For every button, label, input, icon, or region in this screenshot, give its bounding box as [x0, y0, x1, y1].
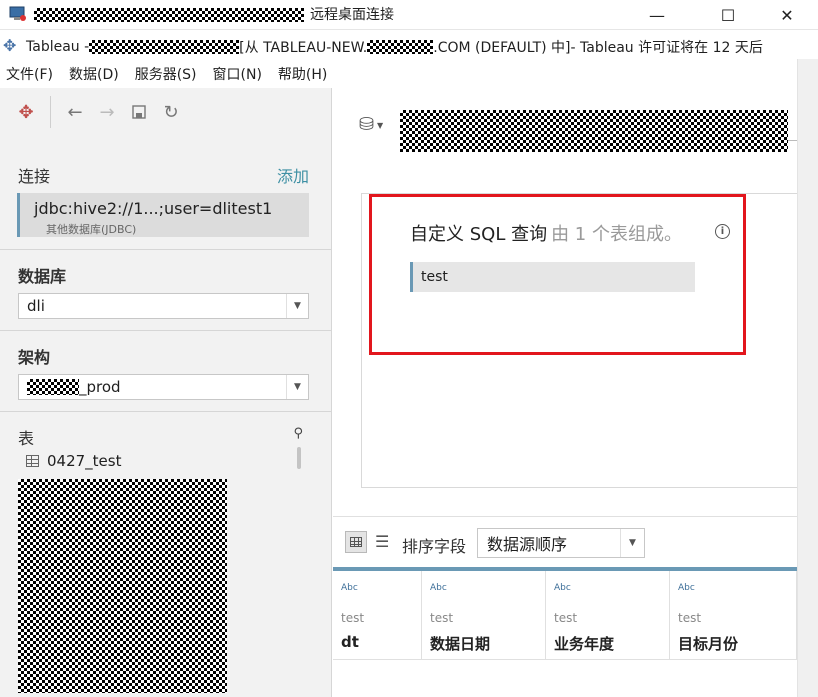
- app-title: Tableau - [从 TABLEAU-NEW. .COM (DEFAULT)…: [26, 37, 763, 57]
- add-connection-link[interactable]: 添加: [277, 163, 309, 187]
- string-type-icon: Abc: [341, 583, 358, 593]
- app-title-bar: ✥ Tableau - [从 TABLEAU-NEW. .COM (DEFAUL…: [0, 31, 818, 59]
- column-name: 目标月份: [678, 635, 739, 653]
- schema-select[interactable]: _prod ▼: [18, 374, 309, 400]
- redacted-data-source-name: [400, 110, 788, 152]
- table-name: 0427_test: [47, 452, 122, 470]
- chevron-down-icon: ▼: [286, 375, 308, 399]
- column-header[interactable]: Abc test 数据日期: [422, 571, 546, 659]
- refresh-icon[interactable]: ↻: [155, 96, 187, 128]
- menu-data[interactable]: 数据(D): [69, 64, 119, 84]
- column-sample: test: [341, 611, 365, 625]
- table-grid-icon: [26, 455, 39, 467]
- rdp-title-bar: 远程桌面连接 — ☐ ✕: [0, 0, 818, 30]
- app-title-mid: [从 TABLEAU-NEW.: [239, 40, 368, 56]
- schema-value: _prod: [79, 378, 121, 396]
- redacted-domain: [367, 40, 434, 54]
- toolbar-separator: [50, 96, 51, 128]
- menu-help[interactable]: 帮助(H): [278, 64, 327, 84]
- data-grid-toolbar: ☰ 排序字段 数据源顺序 ▼: [333, 516, 797, 566]
- connection-item[interactable]: jdbc:hive2://1...;user=dlitest1 其他数据库(JD…: [17, 193, 309, 237]
- tableau-home-icon[interactable]: ✥: [10, 96, 42, 128]
- database-select[interactable]: dli ▼: [18, 293, 309, 319]
- remote-desktop-icon: [8, 5, 28, 23]
- canvas-title: 自定义 SQL 查询: [410, 224, 548, 245]
- close-button[interactable]: ✕: [764, 0, 810, 30]
- string-type-icon: Abc: [554, 583, 571, 593]
- custom-sql-title: 自定义 SQL 查询由 1 个表组成。: [410, 220, 682, 246]
- data-source-canvas-pane: ⛁ ▼ 自定义 SQL 查询由 1 个表组成。 i test ☰ 排序字段 数据…: [333, 88, 797, 697]
- redacted-workbook: [89, 40, 240, 54]
- column-sample: test: [430, 611, 454, 625]
- database-heading: 数据库: [18, 267, 67, 286]
- tableau-logo-icon: ✥: [3, 36, 17, 55]
- string-type-icon: Abc: [430, 583, 447, 593]
- divider: [0, 249, 332, 250]
- redacted-schema: [27, 379, 79, 395]
- column-name: 业务年度: [554, 635, 615, 653]
- menu-server[interactable]: 服务器(S): [135, 64, 197, 84]
- info-icon[interactable]: i: [715, 224, 730, 239]
- schema-heading: 架构: [18, 348, 51, 367]
- menu-window[interactable]: 窗口(N): [213, 64, 262, 84]
- connections-heading: 连接: [18, 167, 51, 186]
- database-value: dli: [27, 297, 45, 315]
- custom-sql-item[interactable]: test: [410, 262, 695, 292]
- divider: [333, 659, 797, 660]
- canvas-subtitle: 由 1 个表组成。: [551, 224, 682, 245]
- window-scrollbar[interactable]: [797, 59, 818, 697]
- string-type-icon: Abc: [678, 583, 695, 593]
- connection-type: 其他数据库(JDBC): [46, 223, 137, 236]
- toolbar: ✥ ← → ↻: [0, 88, 332, 136]
- window-title: 远程桌面连接: [310, 7, 394, 23]
- forward-arrow-icon[interactable]: →: [91, 96, 123, 128]
- join-canvas[interactable]: 自定义 SQL 查询由 1 个表组成。 i test: [361, 193, 797, 488]
- search-icon[interactable]: ⚲: [293, 426, 303, 441]
- data-grid-columns: Abc test dt Abc test 数据日期 Abc test 业务年度 …: [333, 567, 797, 659]
- divider: [0, 411, 332, 412]
- column-name: 数据日期: [430, 635, 491, 653]
- redacted-host: [34, 8, 304, 22]
- back-arrow-icon[interactable]: ←: [59, 96, 91, 128]
- sort-label: 排序字段: [402, 537, 467, 556]
- tables-heading: 表: [18, 429, 35, 448]
- column-sample: test: [678, 611, 702, 625]
- grid-view-icon: [350, 537, 362, 547]
- menu-bar: 文件(F) 数据(D) 服务器(S) 窗口(N) 帮助(H): [0, 60, 818, 88]
- grid-view-button[interactable]: [345, 531, 367, 553]
- sort-select[interactable]: 数据源顺序 ▼: [477, 528, 645, 558]
- name-underline: [788, 140, 797, 141]
- data-source-sidebar: ✥ ← → ↻ 连接 添加 jdbc:hive2://1...;user=dli…: [0, 88, 332, 697]
- column-header[interactable]: Abc test dt: [333, 571, 422, 659]
- save-icon[interactable]: [123, 96, 155, 128]
- connection-name: jdbc:hive2://1...;user=dlitest1: [34, 199, 273, 218]
- app-title-prefix: Tableau -: [26, 39, 90, 55]
- chevron-down-icon: ▼: [620, 529, 644, 557]
- database-icon[interactable]: ⛁: [359, 114, 374, 135]
- minimize-button[interactable]: —: [634, 0, 680, 30]
- table-item[interactable]: 0427_test: [26, 452, 121, 470]
- divider: [0, 330, 332, 331]
- redacted-table-list: [18, 479, 227, 693]
- maximize-button[interactable]: ☐: [705, 0, 751, 30]
- column-name: dt: [341, 633, 359, 651]
- chevron-down-icon[interactable]: ▼: [377, 121, 383, 130]
- chevron-down-icon: ▼: [286, 294, 308, 318]
- column-header[interactable]: Abc test 业务年度: [546, 571, 670, 659]
- list-view-icon[interactable]: ☰: [375, 532, 389, 551]
- menu-file[interactable]: 文件(F): [6, 64, 53, 84]
- column-header[interactable]: Abc test 目标月份: [670, 571, 797, 659]
- app-title-suffix: .COM (DEFAULT) 中]- Tableau 许可证将在 12 天后: [433, 40, 763, 56]
- table-list-scrollbar[interactable]: [297, 447, 301, 469]
- sort-value: 数据源顺序: [487, 535, 568, 554]
- column-sample: test: [554, 611, 578, 625]
